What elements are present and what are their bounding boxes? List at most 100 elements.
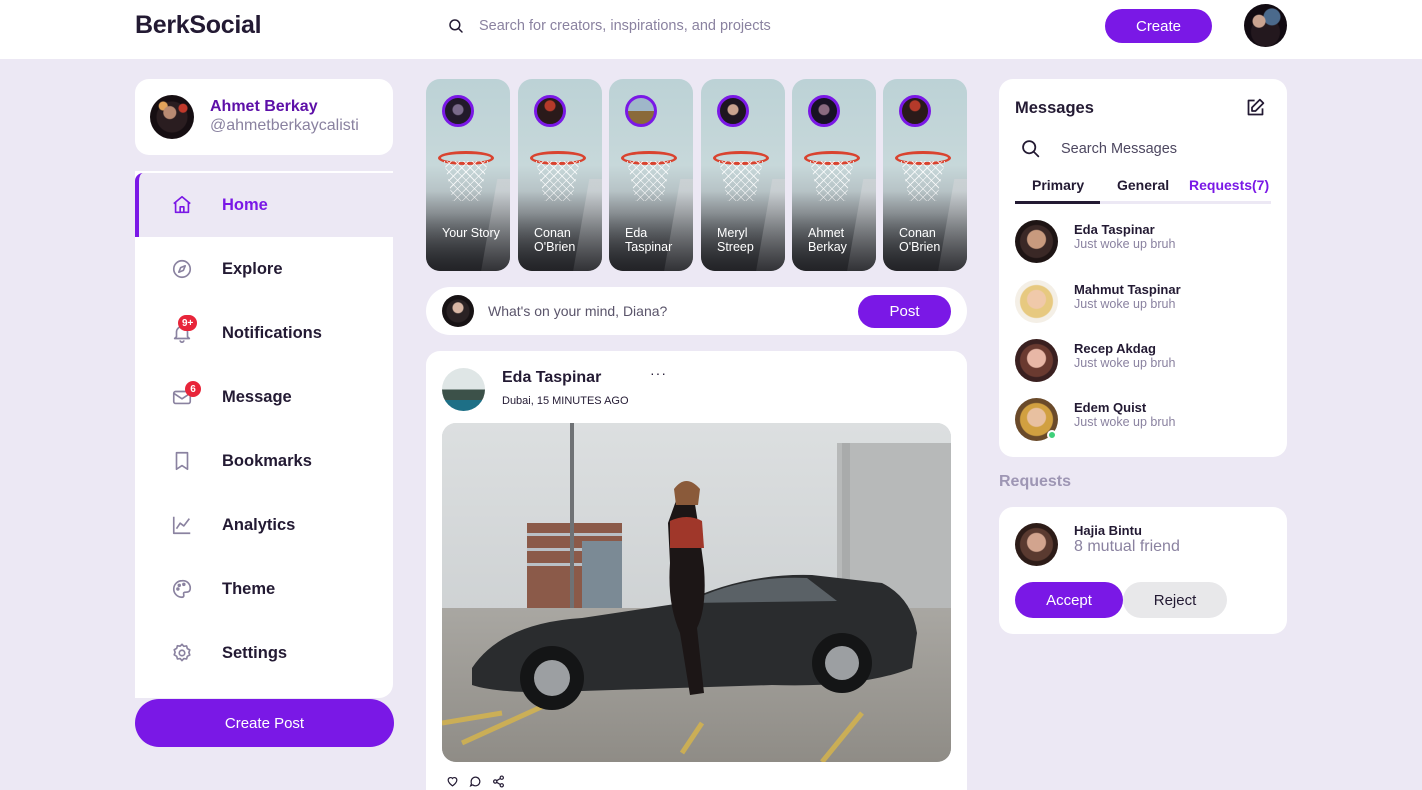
- post-image[interactable]: [442, 423, 951, 762]
- composer-avatar: [442, 295, 474, 327]
- accept-button[interactable]: Accept: [1015, 582, 1123, 618]
- tab-requests[interactable]: Requests(7): [1189, 177, 1269, 193]
- contact-last-message: Just woke up bruh: [1074, 415, 1176, 429]
- share-icon[interactable]: [492, 775, 505, 788]
- requests-heading: Requests: [999, 473, 1072, 490]
- message-contact[interactable]: Edem Quist Just woke up bruh: [1015, 398, 1275, 442]
- story-avatar: [717, 95, 749, 127]
- tab-general[interactable]: General: [1117, 177, 1169, 193]
- sidebar-item-label: Analytics: [222, 515, 296, 534]
- sidebar-item-label: Theme: [222, 579, 276, 598]
- post-composer: Post: [426, 287, 967, 335]
- feed-post: Eda Taspinar ··· Dubai, 15 MINUTES AGO: [426, 351, 967, 790]
- post-photo-illustration: [442, 423, 951, 762]
- search-icon: [1022, 140, 1040, 158]
- search-icon: [449, 19, 463, 33]
- sidebar-item-home[interactable]: Home: [135, 173, 393, 237]
- contact-name: Edem Quist: [1074, 400, 1147, 415]
- sidebar-item-label: Explore: [222, 259, 283, 278]
- compass-icon: [171, 258, 193, 280]
- sidebar-item-theme[interactable]: Theme: [135, 557, 393, 621]
- messages-panel: Messages Primary General Requests(7) Eda…: [999, 79, 1287, 457]
- post-author-avatar[interactable]: [442, 368, 485, 411]
- contact-last-message: Just woke up bruh: [1074, 237, 1176, 251]
- messages-search-input[interactable]: [1061, 137, 1261, 161]
- post-author-name[interactable]: Eda Taspinar: [502, 369, 601, 387]
- contact-name: Recep Akdag: [1074, 341, 1156, 356]
- sidebar-nav: Home Explore 9+ Notifications 6 Message …: [135, 171, 393, 698]
- request-avatar[interactable]: [1015, 523, 1058, 566]
- story-name: Conan O'Brien: [899, 226, 941, 254]
- create-post-button[interactable]: Create Post: [135, 699, 394, 747]
- story-card[interactable]: Conan O'Brien: [518, 79, 602, 271]
- create-button[interactable]: Create: [1105, 9, 1212, 43]
- story-card[interactable]: Your Story: [426, 79, 510, 271]
- gear-icon: [171, 642, 193, 664]
- sidebar-item-label: Message: [222, 387, 292, 406]
- top-navbar: BerkSocial Create: [0, 0, 1422, 59]
- story-card[interactable]: Ahmet Berkay: [792, 79, 876, 271]
- contact-name: Eda Taspinar: [1074, 222, 1155, 237]
- contact-last-message: Just woke up bruh: [1074, 297, 1176, 311]
- post-actions: [446, 775, 505, 788]
- edit-icon[interactable]: [1245, 97, 1266, 118]
- sidebar-item-label: Home: [222, 195, 268, 214]
- sidebar-item-explore[interactable]: Explore: [135, 237, 393, 301]
- message-contact[interactable]: Mahmut Taspinar Just woke up bruh: [1015, 280, 1275, 324]
- story-avatar: [808, 95, 840, 127]
- story-name: Your Story: [442, 226, 500, 240]
- contact-avatar: [1015, 220, 1058, 263]
- story-name: Conan O'Brien: [534, 226, 576, 254]
- story-name: Meryl Streep: [717, 226, 754, 254]
- reject-button[interactable]: Reject: [1123, 582, 1227, 618]
- comment-icon[interactable]: [469, 775, 482, 788]
- composer-input[interactable]: [488, 297, 848, 325]
- more-options-icon[interactable]: ···: [650, 365, 667, 381]
- sidebar-item-settings[interactable]: Settings: [135, 621, 393, 685]
- story-avatar: [534, 95, 566, 127]
- sidebar-item-label: Settings: [222, 643, 288, 662]
- profile-card[interactable]: Ahmet Berkay @ahmetberkaycalisti: [135, 79, 393, 155]
- heart-icon[interactable]: [446, 775, 459, 788]
- story-card[interactable]: Conan O'Brien: [883, 79, 967, 271]
- contact-avatar: [1015, 339, 1058, 382]
- message-tabs: Primary General Requests(7): [1015, 175, 1271, 204]
- online-status-indicator: [1047, 430, 1057, 440]
- contact-last-message: Just woke up bruh: [1074, 356, 1176, 370]
- profile-handle: @ahmetberkaycalisti: [210, 117, 359, 134]
- global-search-input[interactable]: [479, 12, 1039, 40]
- sidebar-item-label: Bookmarks: [222, 451, 312, 470]
- active-tab-indicator: [1015, 201, 1100, 204]
- story-avatar: [899, 95, 931, 127]
- message-contact[interactable]: Eda Taspinar Just woke up bruh: [1015, 220, 1275, 264]
- sidebar-item-message[interactable]: 6 Message: [135, 365, 393, 429]
- story-name: Eda Taspinar: [625, 226, 673, 254]
- request-name[interactable]: Hajia Bintu: [1074, 523, 1142, 538]
- message-contact[interactable]: Recep Akdag Just woke up bruh: [1015, 339, 1275, 383]
- story-card[interactable]: Meryl Streep: [701, 79, 785, 271]
- sidebar-item-analytics[interactable]: Analytics: [135, 493, 393, 557]
- contact-name: Mahmut Taspinar: [1074, 282, 1181, 297]
- notifications-badge: 9+: [178, 315, 198, 331]
- messages-title: Messages: [1015, 99, 1094, 117]
- home-icon: [171, 194, 193, 216]
- story-avatar: [625, 95, 657, 127]
- post-button[interactable]: Post: [858, 295, 951, 328]
- tab-primary[interactable]: Primary: [1032, 177, 1084, 193]
- bookmark-icon: [171, 450, 193, 472]
- palette-icon: [171, 578, 193, 600]
- profile-avatar: [150, 95, 194, 139]
- sidebar-item-bookmarks[interactable]: Bookmarks: [135, 429, 393, 493]
- contact-avatar: [1015, 280, 1058, 323]
- chart-icon: [171, 514, 193, 536]
- story-card[interactable]: Eda Taspinar: [609, 79, 693, 271]
- post-location-time: Dubai, 15 MINUTES AGO: [502, 395, 629, 407]
- sidebar-item-label: Notifications: [222, 323, 322, 342]
- story-name: Ahmet Berkay: [808, 226, 847, 254]
- profile-name: Ahmet Berkay: [210, 98, 318, 115]
- sidebar-item-notifications[interactable]: 9+ Notifications: [135, 301, 393, 365]
- story-avatar: [442, 95, 474, 127]
- app-logo[interactable]: BerkSocial: [135, 11, 262, 40]
- message-badge: 6: [185, 381, 201, 397]
- user-avatar[interactable]: [1244, 4, 1287, 47]
